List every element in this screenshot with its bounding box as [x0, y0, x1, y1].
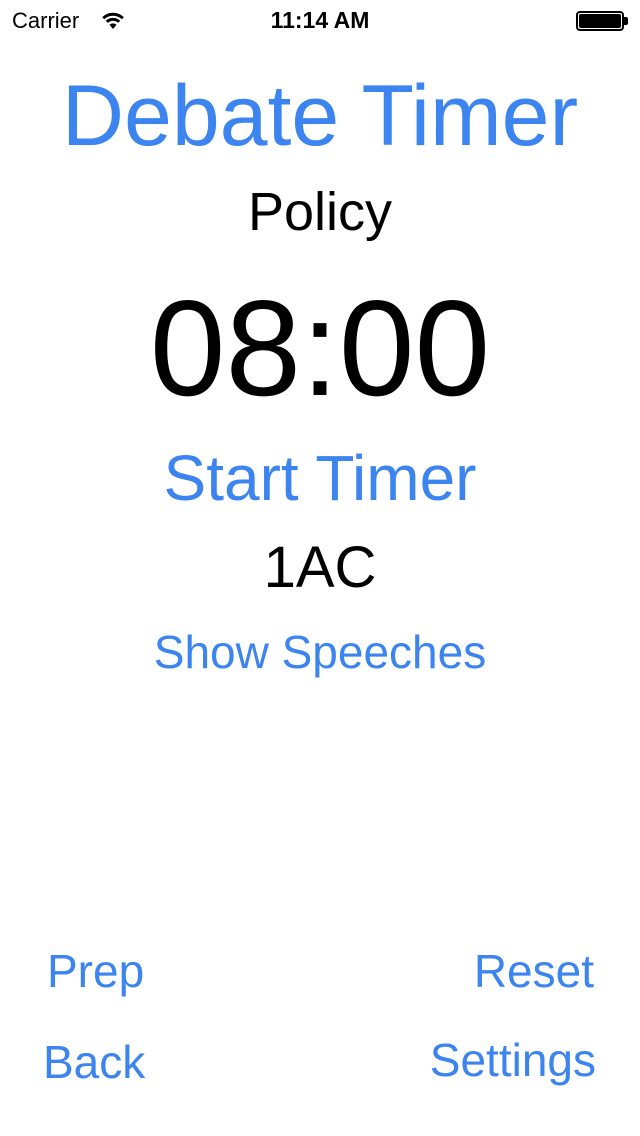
battery-fill [579, 14, 621, 28]
back-button[interactable]: Back [43, 1034, 145, 1090]
status-time: 11:14 AM [270, 7, 370, 33]
prep-button[interactable]: Prep [47, 943, 144, 999]
reset-button[interactable]: Reset [474, 943, 594, 999]
debate-timer-screen: Carrier 11:14 AM Debate Timer Policy 08:… [0, 0, 640, 1136]
status-bar: Carrier 11:14 AM [0, 0, 640, 40]
current-speech-label: 1AC [263, 535, 377, 600]
battery-icon [576, 11, 628, 31]
battery-tip [624, 17, 628, 25]
show-speeches-button[interactable]: Show Speeches [0, 624, 640, 680]
settings-button[interactable]: Settings [430, 1032, 596, 1088]
app-title: Debate Timer [61, 68, 579, 164]
timer-display: 08:00 [149, 272, 491, 424]
start-timer-button[interactable]: Start Timer [0, 440, 640, 516]
debate-format-label: Policy [247, 182, 393, 242]
